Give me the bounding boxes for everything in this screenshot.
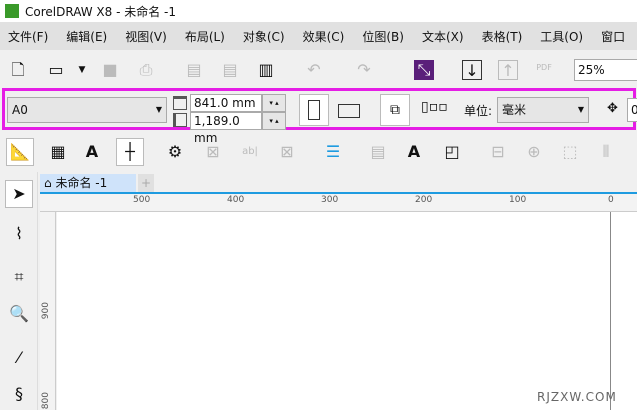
open-folder-icon[interactable]: ▭ bbox=[46, 60, 66, 80]
menu-layout[interactable]: 布局(L) bbox=[177, 28, 235, 45]
export-icon[interactable]: ↑ bbox=[498, 60, 518, 80]
ruler-label: 0 bbox=[608, 195, 614, 205]
page-size-select[interactable]: A0 ▼ bbox=[7, 97, 167, 123]
corel-connect-icon[interactable]: ⤡ bbox=[414, 60, 434, 80]
horizontal-ruler[interactable]: 500 400 300 200 100 0 bbox=[40, 194, 637, 212]
units-select[interactable]: 毫米 ▼ bbox=[497, 97, 589, 123]
add-tab-button[interactable]: + bbox=[138, 174, 154, 192]
menu-tools[interactable]: 工具(O) bbox=[532, 28, 593, 45]
ruler-label: 300 bbox=[321, 195, 339, 205]
chevron-down-icon: ▼ bbox=[155, 105, 162, 114]
portrait-icon bbox=[308, 100, 320, 120]
menu-effects[interactable]: 效果(C) bbox=[295, 28, 355, 45]
coreldraw-logo-icon bbox=[5, 4, 19, 18]
pick-tool-icon[interactable]: ➤ bbox=[5, 180, 33, 208]
landscape-icon[interactable] bbox=[338, 104, 360, 118]
page-border bbox=[610, 212, 611, 410]
property-toolbar-row: 📐 ▦ A ┼ ⚙ ⊠ ab| ⊠ ☰ ▤ A ◰ ⊟ ⊕ ⬚ ⫴ bbox=[0, 132, 637, 172]
drawing-canvas[interactable]: RJZXW.COM bbox=[57, 212, 637, 410]
ruler-label: 400 bbox=[227, 195, 245, 205]
menu-text[interactable]: 文本(X) bbox=[414, 28, 474, 45]
publish-pdf-icon[interactable]: PDF bbox=[534, 58, 554, 78]
ruler-label: 100 bbox=[509, 195, 527, 205]
height-spinner[interactable]: ▾ ▴ bbox=[262, 112, 286, 130]
ruler-label: 200 bbox=[415, 195, 433, 205]
page-width-field[interactable]: 841.0 mm bbox=[190, 94, 262, 112]
menu-view[interactable]: 视图(V) bbox=[117, 28, 177, 45]
menu-edit[interactable]: 编辑(E) bbox=[58, 28, 117, 45]
text-baseline-icon[interactable]: A bbox=[404, 142, 424, 162]
page-size-value: A0 bbox=[12, 103, 28, 117]
grid-icon[interactable]: ▦ bbox=[48, 142, 68, 162]
menu-bitmaps[interactable]: 位图(B) bbox=[354, 28, 414, 45]
menu-table[interactable]: 表格(T) bbox=[474, 28, 533, 45]
menu-window[interactable]: 窗口 bbox=[593, 28, 635, 45]
ruler-label: 500 bbox=[133, 195, 151, 205]
cut-icon[interactable]: ▤ bbox=[184, 60, 204, 80]
crop-tool-icon[interactable]: ⌗ bbox=[9, 267, 29, 287]
ruler-label: 800 bbox=[41, 392, 51, 410]
chevron-down-icon: ▼ bbox=[577, 105, 584, 114]
freehand-tool-icon[interactable]: ⁄ bbox=[9, 348, 29, 368]
property-bar: A0 ▼ 841.0 mm 1,189.0 mm ▾ ▴ ▾ ▴ ⧉ ▯▫▫ 单位… bbox=[2, 88, 637, 145]
portrait-button[interactable] bbox=[299, 94, 329, 126]
document-tab[interactable]: ⌂ 未命名 -1 bbox=[40, 174, 136, 192]
shape-tool-icon[interactable]: ⌇ bbox=[9, 224, 29, 244]
menu-file[interactable]: 文件(F) bbox=[0, 28, 58, 45]
bounding-box-icon[interactable]: ◰ bbox=[442, 142, 462, 162]
units-value: 毫米 bbox=[502, 103, 527, 117]
standard-toolbar: 🗋 ▭ ▼ ■ ⎙ ▤ ▤ ▥ ↶ ↷ ⤡ ↓ ↑ PDF 25% bbox=[0, 50, 637, 88]
add-frame-icon[interactable]: ⊠ bbox=[203, 142, 223, 162]
guidelines-icon[interactable]: ┼ bbox=[116, 138, 144, 166]
nudge-distance-icon: ✥ bbox=[607, 101, 618, 116]
paragraph-list-icon[interactable]: ☰ bbox=[323, 142, 343, 162]
print-icon[interactable]: ⎙ bbox=[136, 60, 156, 80]
ruler-label: 900 bbox=[41, 302, 51, 320]
artistic-media-tool-icon[interactable]: § bbox=[9, 384, 29, 404]
document-tab-bar: ⌂ 未命名 -1 + bbox=[40, 172, 637, 194]
redo-icon[interactable]: ↷ bbox=[354, 60, 374, 80]
open-dropdown-icon[interactable]: ▼ bbox=[72, 60, 92, 80]
copy-icon[interactable]: ▤ bbox=[220, 60, 240, 80]
current-page-icon[interactable]: ▯▫▫ bbox=[421, 99, 448, 115]
remove-frame-icon[interactable]: ⊠ bbox=[277, 142, 297, 162]
frame-align-icon[interactable]: ⬚ bbox=[560, 142, 580, 162]
zoom-level-field[interactable]: 25% bbox=[574, 59, 637, 81]
document-tab-label: 未命名 -1 bbox=[55, 176, 108, 190]
text-frame-icon[interactable]: ab| bbox=[240, 142, 260, 162]
page-options-icon[interactable]: ⚙ bbox=[165, 142, 185, 162]
undo-icon[interactable]: ↶ bbox=[304, 60, 324, 80]
units-label: 单位: bbox=[464, 104, 493, 118]
all-pages-icon[interactable]: ⧉ bbox=[380, 94, 410, 126]
distribute-icon[interactable]: ⫴ bbox=[596, 142, 616, 162]
menu-object[interactable]: 对象(C) bbox=[235, 28, 295, 45]
column-icon[interactable]: ▤ bbox=[368, 142, 388, 162]
home-icon: ⌂ bbox=[44, 176, 56, 190]
align-icon[interactable]: ⊟ bbox=[488, 142, 508, 162]
text-snap-icon[interactable]: A bbox=[82, 142, 102, 162]
center-align-icon[interactable]: ⊕ bbox=[524, 142, 544, 162]
paste-icon[interactable]: ▥ bbox=[256, 60, 276, 80]
toolbox: ➤ ⌇ ⌗ 🔍 ⁄ § bbox=[0, 172, 38, 410]
title-bar: CorelDRAW X8 - 未命名 -1 bbox=[0, 0, 637, 22]
width-spinner[interactable]: ▾ ▴ bbox=[262, 94, 286, 112]
vertical-ruler[interactable]: 900 800 bbox=[40, 212, 56, 410]
menu-bar: 文件(F) 编辑(E) 视图(V) 布局(L) 对象(C) 效果(C) 位图(B… bbox=[0, 22, 637, 50]
new-document-icon[interactable]: 🗋 bbox=[8, 60, 28, 80]
window-title: CorelDRAW X8 - 未命名 -1 bbox=[25, 4, 177, 19]
watermark: RJZXW.COM bbox=[537, 390, 617, 404]
page-height-icon bbox=[173, 113, 187, 127]
import-icon[interactable]: ↓ bbox=[462, 60, 482, 80]
page-width-icon bbox=[173, 96, 187, 110]
save-icon[interactable]: ■ bbox=[100, 60, 120, 80]
zoom-tool-icon[interactable]: 🔍 bbox=[9, 304, 29, 324]
rulers-icon[interactable]: 📐 bbox=[6, 138, 34, 166]
nudge-distance-field[interactable]: 0 bbox=[627, 98, 637, 122]
page-height-field[interactable]: 1,189.0 mm bbox=[190, 112, 262, 145]
